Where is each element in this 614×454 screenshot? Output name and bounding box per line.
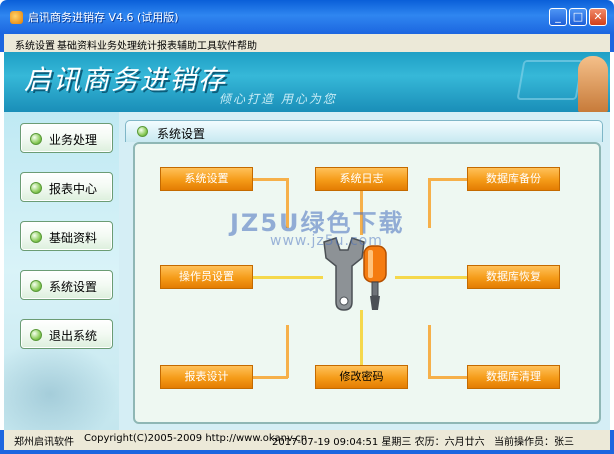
sidebar-item-label: 退出系统 <box>49 329 98 343</box>
menu-basic-data[interactable]: 基础资料 <box>57 37 97 52</box>
operator-settings-button[interactable]: 操作员设置 <box>160 265 253 289</box>
menu-tools[interactable]: 辅助工具 <box>177 37 217 52</box>
panel-header: 系统设置 <box>125 120 603 142</box>
connector-line <box>286 325 289 378</box>
banner-decoration <box>516 60 584 100</box>
status-bar: 郑州启讯软件 Copyright(C)2005-2009 http://www.… <box>0 430 614 454</box>
app-icon <box>10 11 23 24</box>
title-bar: 启讯商务进销存 V4.6 (试用版) _ □ ✕ <box>0 0 614 34</box>
sidebar-item-exit[interactable]: 退出系统 <box>20 319 113 349</box>
sidebar-item-label: 基础资料 <box>49 231 98 245</box>
window-title: 启讯商务进销存 V4.6 (试用版) <box>28 11 179 24</box>
connector-line <box>395 276 468 279</box>
banner: 启讯商务进销存 倾心打造 用心为您 <box>4 52 610 112</box>
watermark-url: www.jz5u.com <box>270 233 383 249</box>
sidebar-item-label: 系统设置 <box>49 280 98 294</box>
system-settings-button[interactable]: 系统设置 <box>160 167 253 191</box>
connector-line <box>253 276 323 279</box>
db-cleanup-button[interactable]: 数据库清理 <box>467 365 560 389</box>
status-company: 郑州启讯软件 <box>14 437 74 448</box>
minimize-button[interactable]: _ <box>549 8 567 26</box>
connector-line <box>253 178 288 181</box>
report-design-button[interactable]: 报表设计 <box>160 365 253 389</box>
green-dot-icon <box>30 280 42 292</box>
sidebar-item-basic-data[interactable]: 基础资料 <box>20 221 113 251</box>
green-dot-icon <box>30 133 42 145</box>
green-dot-icon <box>30 231 42 243</box>
connector-line <box>428 178 468 181</box>
sidebar-background-image <box>4 340 119 430</box>
maximize-button[interactable]: □ <box>569 8 587 26</box>
banner-title: 启讯商务进销存 <box>24 65 227 96</box>
sidebar-item-business[interactable]: 业务处理 <box>20 123 113 153</box>
green-dot-icon <box>137 126 148 137</box>
db-backup-button[interactable]: 数据库备份 <box>467 167 560 191</box>
menu-system-settings[interactable]: 系统设置 <box>15 37 55 52</box>
connector-line <box>428 325 431 378</box>
status-datetime: 2017-07-19 09:04:51 星期三 农历：六月廿六 <box>272 437 485 448</box>
db-restore-button[interactable]: 数据库恢复 <box>467 265 560 289</box>
status-operator: 当前操作员：张三 <box>494 437 574 448</box>
banner-slogan: 倾心打造 用心为您 <box>219 92 337 106</box>
connector-line <box>360 310 363 365</box>
banner-person-image <box>578 56 608 112</box>
green-dot-icon <box>30 182 42 194</box>
sidebar: 业务处理 报表中心 基础资料 系统设置 退出系统 <box>4 112 119 430</box>
system-log-button[interactable]: 系统日志 <box>315 167 408 191</box>
menu-business[interactable]: 业务处理 <box>97 37 137 52</box>
connector-line <box>428 178 431 228</box>
change-password-button[interactable]: 修改密码 <box>315 365 408 389</box>
menu-help[interactable]: 软件帮助 <box>217 37 257 52</box>
menu-reports[interactable]: 统计报表 <box>137 37 177 52</box>
sidebar-item-label: 报表中心 <box>49 182 98 196</box>
green-dot-icon <box>30 329 42 341</box>
connector-line <box>253 376 288 379</box>
sidebar-item-system-settings[interactable]: 系统设置 <box>20 270 113 300</box>
menu-bar: 系统设置 基础资料 业务处理 统计报表 辅助工具 软件帮助 <box>0 34 614 52</box>
panel-title: 系统设置 <box>157 127 206 141</box>
sidebar-item-label: 业务处理 <box>49 133 98 147</box>
connector-line <box>428 376 468 379</box>
sidebar-item-reports[interactable]: 报表中心 <box>20 172 113 202</box>
close-button[interactable]: ✕ <box>589 8 607 26</box>
